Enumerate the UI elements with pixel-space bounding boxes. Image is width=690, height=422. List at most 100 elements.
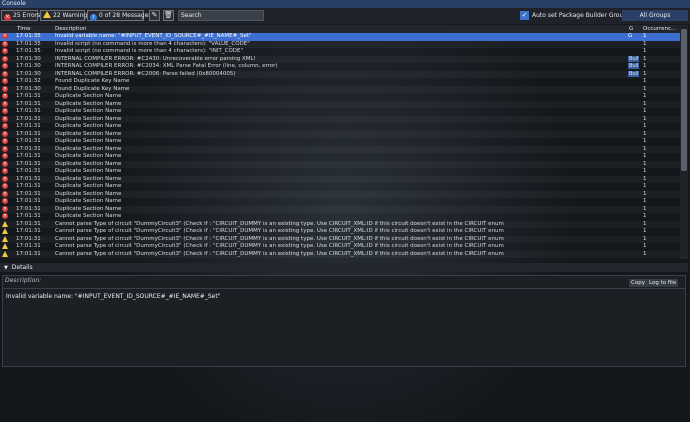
row-time: 17:01:31: [16, 198, 41, 204]
row-description: Invalid variable name: "#INPUT_EVENT_ID_…: [55, 33, 252, 39]
auto-set-label: Auto set Package Builder Group: [532, 12, 628, 19]
row-occurrences: 1: [643, 145, 647, 152]
row-occurrences: 1: [643, 205, 647, 212]
auto-set-checkbox[interactable]: ✓: [520, 11, 529, 20]
row-description: Found Duplicate Key Name: [55, 78, 130, 84]
row-time: 17:01:31: [16, 213, 41, 219]
row-time: 17:01:31: [16, 115, 41, 122]
table-row[interactable]: × 17:01:31 Duplicate Section Name 1: [0, 123, 680, 131]
table-row[interactable]: 17:01:31 Cannot parse Type of circuit "Du…: [0, 235, 680, 244]
row-description: INTERNAL COMPILER ERROR: #C2430: Unrecov…: [55, 55, 256, 62]
error-icon: ×: [2, 85, 8, 92]
table-row[interactable]: × 17:01:31 Duplicate Section Name 1: [0, 115, 680, 124]
row-description: Invalid script (no command is more than …: [55, 40, 250, 47]
table-row[interactable]: × 17:01:31 Duplicate Section Name 1: [0, 190, 680, 199]
row-description: Duplicate Section Name: [55, 198, 122, 204]
column-header-g[interactable]: G: [629, 25, 633, 33]
row-time: 17:01:32: [16, 78, 41, 84]
row-description: Duplicate Section Name: [55, 213, 122, 219]
table-row[interactable]: × 17:01:30 Found Duplicate Key Name 1: [0, 85, 680, 94]
table-row[interactable]: × 17:01:31 Duplicate Section Name 1: [0, 160, 680, 169]
column-header-time[interactable]: Time: [17, 25, 30, 33]
row-occurrences: 1: [643, 168, 647, 174]
message-list: × 17:01:35 Invalid variable name: "#INPUT_…: [0, 33, 680, 259]
table-row[interactable]: × 17:01:35 Invalid script (no command is m…: [0, 48, 680, 56]
row-occurrences: 1: [643, 228, 647, 234]
error-icon: ×: [2, 63, 8, 69]
row-group-tag: Buil: [628, 63, 640, 69]
error-icon: ×: [2, 70, 8, 77]
row-time: 17:01:31: [16, 175, 41, 182]
row-time: 17:01:30: [16, 55, 41, 62]
table-row[interactable]: × 17:01:31 Duplicate Section Name 1: [0, 138, 680, 146]
warnings-filter-button[interactable]: 22 Warnings: [40, 10, 90, 21]
table-row[interactable]: 17:01:31 Cannot parse Type of circuit "Du…: [0, 250, 680, 259]
row-time: 17:01:31: [16, 123, 41, 129]
list-scrollbar[interactable]: [680, 25, 688, 259]
row-time: 17:01:31: [16, 235, 41, 242]
row-description: Cannot parse Type of circuit "DummyCircu…: [55, 235, 504, 242]
warning-icon: [2, 235, 8, 242]
row-description: Duplicate Section Name: [55, 123, 122, 129]
column-header-occurrences[interactable]: Occurrenc...: [643, 25, 676, 33]
table-row[interactable]: × 17:01:31 Duplicate Section Name 1: [0, 198, 680, 206]
warning-icon: [43, 11, 51, 18]
row-time: 17:01:31: [16, 250, 41, 257]
table-row[interactable]: × 17:01:31 Duplicate Section Name 1: [0, 130, 680, 139]
table-row[interactable]: × 17:01:30 INTERNAL COMPILER ERROR: #C2430…: [0, 55, 680, 64]
table-row[interactable]: × 17:01:31 Duplicate Section Name 1: [0, 168, 680, 176]
row-occurrences: 1: [643, 183, 647, 189]
row-occurrences: 1: [643, 78, 647, 84]
row-time: 17:01:31: [16, 93, 41, 99]
row-time: 17:01:31: [16, 168, 41, 174]
table-row[interactable]: × 17:01:31 Duplicate Section Name 1: [0, 213, 680, 221]
table-row[interactable]: × 17:01:32 Found Duplicate Key Name 1: [0, 78, 680, 86]
table-row[interactable]: × 17:01:35 Invalid variable name: "#INPUT_…: [0, 33, 680, 41]
row-occurrences: 1: [643, 108, 647, 114]
details-header[interactable]: ▼ Details: [0, 263, 688, 272]
error-icon: ×: [2, 175, 8, 182]
row-time: 17:01:35: [16, 40, 41, 47]
table-row[interactable]: × 17:01:30 INTERNAL COMPILER ERROR: #C2006…: [0, 70, 680, 79]
table-row[interactable]: × 17:01:35 Invalid script (no command is m…: [0, 40, 680, 49]
row-description: INTERNAL COMPILER ERROR: #C2034: XML Par…: [55, 63, 278, 69]
scrollbar-thumb[interactable]: [681, 29, 687, 171]
messages-filter-button[interactable]: i0 of 28 Messages: [87, 10, 151, 21]
row-time: 17:01:31: [16, 190, 41, 197]
table-row[interactable]: × 17:01:31 Duplicate Section Name 1: [0, 183, 680, 191]
row-description: Duplicate Section Name: [55, 175, 122, 182]
row-occurrences: 1: [643, 160, 647, 167]
row-description: Duplicate Section Name: [55, 183, 122, 189]
column-header-description[interactable]: Description: [55, 25, 86, 33]
group-select[interactable]: All Groups: [622, 10, 688, 21]
table-row[interactable]: 17:01:31 Cannot parse Type of circuit "Du…: [0, 228, 680, 236]
errors-filter-button[interactable]: × 25 Errors: [1, 10, 40, 21]
edit-icon[interactable]: ✎: [149, 10, 160, 21]
table-row[interactable]: × 17:01:31 Duplicate Section Name 1: [0, 108, 680, 116]
search-input[interactable]: Search: [178, 10, 264, 21]
table-row[interactable]: × 17:01:31 Duplicate Section Name 1: [0, 145, 680, 154]
table-row[interactable]: × 17:01:31 Duplicate Section Name 1: [0, 175, 680, 184]
table-row[interactable]: × 17:01:30 INTERNAL COMPILER ERROR: #C2034…: [0, 63, 680, 71]
row-description: Duplicate Section Name: [55, 190, 122, 197]
row-group-tag: Buil: [628, 70, 640, 77]
copy-button[interactable]: Copy: [629, 279, 647, 287]
table-row[interactable]: × 17:01:31 Duplicate Section Name 1: [0, 205, 680, 214]
row-description: Cannot parse Type of circuit "DummyCircu…: [55, 228, 504, 234]
collapse-icon[interactable]: ▼: [4, 265, 8, 271]
row-description: Invalid script (no command is more than …: [55, 48, 244, 54]
warning-icon: [2, 243, 8, 249]
table-row[interactable]: 17:01:31 Cannot parse Type of circuit "Du…: [0, 243, 680, 251]
row-occurrences: 1: [643, 100, 647, 107]
table-row[interactable]: 17:01:31 Cannot parse Type of circuit "Du…: [0, 220, 680, 229]
trash-icon[interactable]: 🗑: [163, 10, 174, 21]
row-occurrences: 1: [643, 175, 647, 182]
row-time: 17:01:31: [16, 160, 41, 167]
row-occurrences: 1: [643, 115, 647, 122]
log-to-file-button[interactable]: Log to file: [647, 279, 679, 287]
row-group: Buil: [628, 70, 642, 79]
table-row[interactable]: × 17:01:31 Duplicate Section Name 1: [0, 153, 680, 161]
table-row[interactable]: × 17:01:31 Duplicate Section Name 1: [0, 93, 680, 101]
table-row[interactable]: × 17:01:31 Duplicate Section Name 1: [0, 100, 680, 109]
row-time: 17:01:31: [16, 108, 41, 114]
